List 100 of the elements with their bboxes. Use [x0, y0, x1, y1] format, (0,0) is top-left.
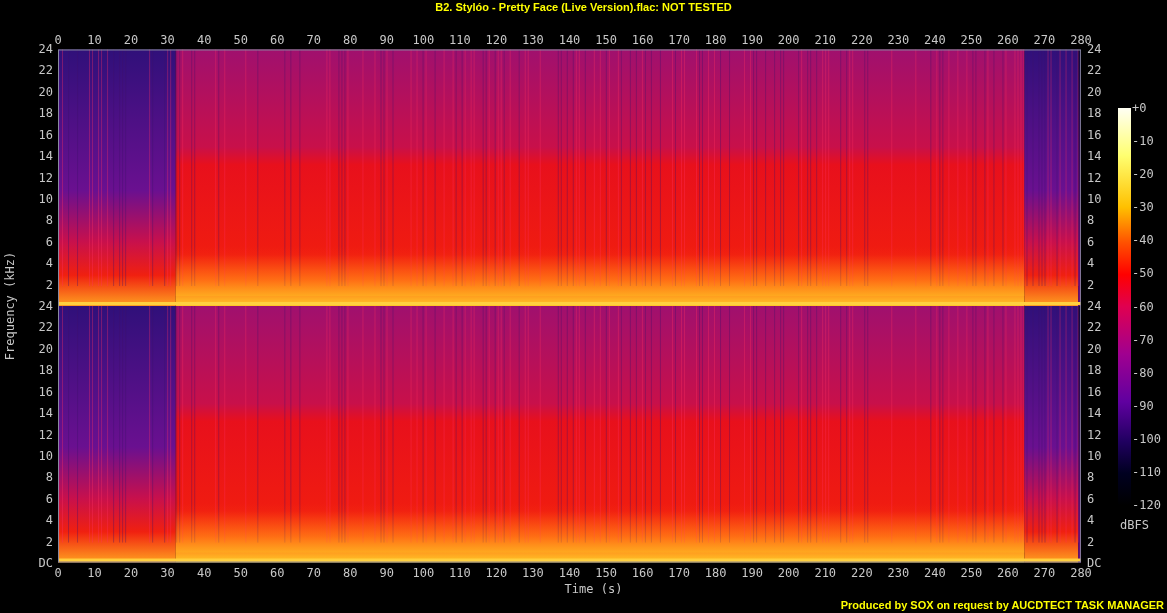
frequency-tick-label: 10 — [38, 449, 53, 462]
time-tick-label: 140 — [558, 567, 581, 579]
frequency-tick-label: 20 — [1087, 85, 1102, 98]
time-tick-label: 0 — [54, 567, 62, 579]
time-tick-label: 80 — [343, 567, 358, 579]
frequency-tick-label: 18 — [1087, 107, 1102, 120]
time-tick-label: 100 — [412, 34, 435, 46]
frequency-tick-label: 22 — [1087, 64, 1102, 77]
time-tick-label: 260 — [997, 567, 1019, 579]
time-tick-label: 70 — [306, 34, 321, 46]
frequency-tick-label: 2 — [1087, 535, 1095, 548]
frequency-tick-label: 2 — [45, 278, 53, 291]
frequency-tick-label: 20 — [1087, 342, 1102, 355]
time-tick-label: 200 — [777, 567, 800, 579]
decibel-unit-label: dBFS — [1120, 519, 1149, 531]
decibel-tick-label: -60 — [1132, 300, 1154, 313]
time-tick-label: 230 — [887, 34, 910, 46]
footer-credit: Produced by SOX on request by AUCDTECT TASK MANAGER — [840, 598, 1164, 612]
frequency-tick-label: 8 — [45, 214, 53, 227]
time-tick-label: 10 — [87, 34, 102, 46]
time-tick-label: 210 — [814, 34, 837, 46]
time-tick-label: 250 — [960, 34, 983, 46]
time-tick-label: 230 — [887, 567, 910, 579]
decibel-tick-label: -80 — [1132, 366, 1154, 379]
time-tick-label: 0 — [54, 34, 62, 46]
time-tick-label: 90 — [379, 567, 395, 579]
chart-title: B2. Stylóo - Pretty Face (Live Version).flac: NOT TESTED — [435, 0, 732, 14]
time-tick-label: 120 — [485, 34, 508, 46]
frequency-tick-label: 8 — [45, 471, 53, 484]
time-tick-label: 110 — [449, 567, 471, 579]
time-tick-label: 220 — [850, 567, 873, 579]
frequency-tick-label: 16 — [38, 385, 53, 398]
decibel-tick-label: -50 — [1132, 267, 1154, 280]
time-tick-label: 250 — [960, 567, 983, 579]
time-tick-label: 170 — [668, 567, 690, 579]
decibel-tick-label: -40 — [1132, 234, 1154, 247]
time-tick-label: 40 — [196, 34, 212, 46]
time-tick-label: 190 — [741, 34, 763, 46]
time-tick-label: 60 — [270, 34, 285, 46]
time-tick-label: 180 — [704, 34, 727, 46]
frequency-tick-label: 12 — [38, 171, 53, 184]
time-tick-label: 130 — [522, 567, 544, 579]
frequency-tick-label: 6 — [45, 235, 53, 248]
frequency-tick-label: 20 — [38, 85, 53, 98]
time-tick-label: 30 — [160, 567, 175, 579]
time-tick-label: 20 — [123, 567, 139, 579]
decibel-tick-label: -110 — [1132, 465, 1161, 478]
time-tick-label: 150 — [595, 34, 617, 46]
frequency-tick-label: 6 — [1087, 235, 1095, 248]
frequency-tick-label: 18 — [38, 107, 53, 120]
frequency-tick-label: 18 — [1087, 364, 1102, 377]
time-tick-label: 270 — [1033, 34, 1056, 46]
frequency-tick-label: 4 — [1087, 514, 1095, 527]
time-tick-label: 80 — [343, 34, 358, 46]
decibel-tick-label: -100 — [1132, 432, 1161, 445]
frequency-tick-label: 4 — [45, 514, 53, 527]
frequency-tick-label: 16 — [1087, 385, 1102, 398]
frequency-tick-label: 20 — [38, 342, 53, 355]
time-tick-label: 260 — [997, 34, 1019, 46]
frequency-tick-label: 16 — [38, 128, 53, 141]
time-tick-label: 280 — [1070, 567, 1092, 579]
frequency-tick-label: 22 — [38, 64, 53, 77]
frequency-tick-label: 10 — [1087, 192, 1102, 205]
frequency-tick-label: 6 — [45, 492, 53, 505]
frequency-tick-label: 8 — [1087, 471, 1095, 484]
time-tick-label: 270 — [1033, 567, 1056, 579]
time-tick-label: 120 — [485, 567, 508, 579]
frequency-tick-label: DC — [38, 557, 53, 569]
time-tick-label: 60 — [270, 567, 285, 579]
time-tick-label: 170 — [668, 34, 690, 46]
frequency-tick-label: 14 — [1087, 407, 1102, 420]
time-tick-label: 160 — [631, 34, 654, 46]
decibel-tick-label: -120 — [1132, 499, 1161, 511]
frequency-tick-label: DC — [1087, 557, 1102, 569]
time-tick-label: 40 — [196, 567, 212, 579]
frequency-tick-label: 22 — [1087, 321, 1102, 334]
frequency-tick-label: 24 — [1087, 300, 1102, 312]
frequency-tick-label: 24 — [1087, 43, 1102, 55]
time-tick-label: 180 — [704, 567, 727, 579]
frequency-tick-label: 16 — [1087, 128, 1102, 141]
frequency-tick-label: 12 — [1087, 171, 1102, 184]
time-axis-label: Time (s) — [564, 581, 623, 597]
frequency-tick-label: 22 — [38, 321, 53, 334]
time-tick-label: 240 — [924, 34, 946, 46]
decibel-tick-label: -20 — [1132, 168, 1154, 181]
frequency-axis-label: Frequency (kHz) — [4, 251, 16, 361]
frequency-tick-label: 14 — [38, 150, 53, 163]
time-tick-label: 190 — [741, 567, 763, 579]
time-tick-label: 160 — [631, 567, 654, 579]
decibel-tick-label: +0 — [1132, 102, 1147, 114]
frequency-tick-label: 4 — [45, 257, 53, 270]
time-tick-label: 140 — [558, 34, 581, 46]
time-tick-label: 220 — [850, 34, 873, 46]
time-tick-label: 130 — [522, 34, 544, 46]
frequency-tick-label: 14 — [38, 407, 53, 420]
time-tick-label: 20 — [123, 34, 139, 46]
time-tick-label: 100 — [412, 567, 435, 579]
frequency-tick-label: 12 — [38, 428, 53, 441]
frequency-tick-label: 6 — [1087, 492, 1095, 505]
frequency-tick-label: 4 — [1087, 257, 1095, 270]
